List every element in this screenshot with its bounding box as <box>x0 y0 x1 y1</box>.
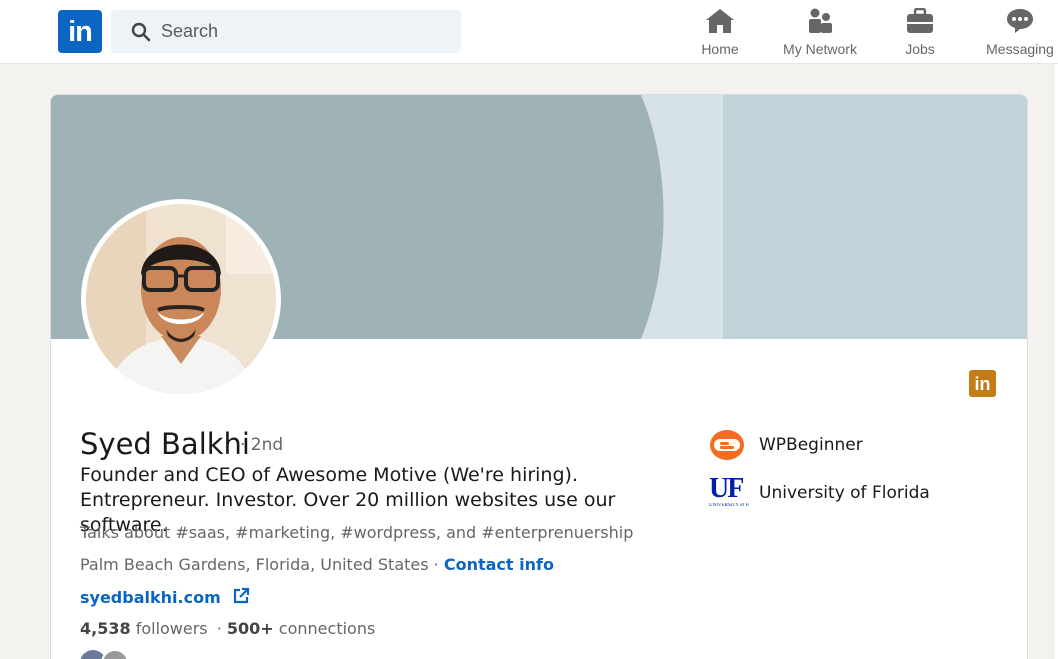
nav-label-home: Home <box>701 41 739 57</box>
search-icon <box>131 22 151 42</box>
home-icon <box>706 9 734 33</box>
network-stats: 4,538 followers · 500+ connections <box>80 619 375 638</box>
nav-label-jobs: Jobs <box>905 41 935 57</box>
nav-item-home[interactable]: Home <box>695 8 745 58</box>
top-nav-bar: in Home My Network Jobs <box>0 0 1058 64</box>
chat-icon <box>1007 9 1033 33</box>
linkedin-premium-badge[interactable]: in <box>969 370 996 397</box>
location-text: Palm Beach Gardens, Florida, United Stat… <box>80 555 429 574</box>
nav-item-jobs[interactable]: Jobs <box>895 8 945 58</box>
uf-logo-subtext: UNIVERSITY of FLORIDA <box>709 503 749 508</box>
org-name-university-of-florida[interactable]: University of Florida <box>759 483 930 503</box>
uf-logo: UF UNIVERSITY of FLORIDA <box>709 475 749 515</box>
org-name-wpbeginner[interactable]: WPBeginner <box>759 435 863 455</box>
profile-card: in Syed Balkhi · 2nd Founder and CEO of … <box>50 94 1028 659</box>
nav-label-my-network: My Network <box>783 41 857 57</box>
profile-photo-portrait <box>86 204 276 394</box>
mutual-connections-avatars[interactable] <box>79 649 139 659</box>
external-link-icon <box>234 587 250 604</box>
connection-degree: · 2nd <box>240 435 284 455</box>
linkedin-logo[interactable]: in <box>58 10 102 53</box>
website-link[interactable]: syedbalkhi.com <box>80 587 250 607</box>
network-icon <box>809 8 832 33</box>
location-separator: · <box>428 555 444 574</box>
connections-label[interactable]: connections <box>274 619 376 638</box>
nav-item-my-network[interactable]: My Network <box>776 8 864 58</box>
location-row: Palm Beach Gardens, Florida, United Stat… <box>80 555 554 574</box>
briefcase-icon <box>907 8 933 33</box>
profile-photo[interactable] <box>81 199 281 399</box>
followers-count: 4,538 <box>80 619 131 638</box>
search-box[interactable] <box>111 10 461 53</box>
nav-item-messaging[interactable]: Messaging <box>982 8 1058 58</box>
search-input[interactable] <box>161 10 451 53</box>
nav-label-messaging: Messaging <box>986 41 1054 57</box>
wpbeginner-logo <box>710 430 744 460</box>
uf-logo-text: UF <box>709 473 744 504</box>
contact-info-link[interactable]: Contact info <box>444 555 554 574</box>
profile-name: Syed Balkhi <box>80 427 250 461</box>
connections-count[interactable]: 500+ <box>227 619 274 638</box>
talks-about: Talks about #saas, #marketing, #wordpres… <box>80 523 634 542</box>
website-text[interactable]: syedbalkhi.com <box>80 588 221 607</box>
followers-label: followers <box>130 619 208 638</box>
stats-separator: · <box>211 619 227 638</box>
